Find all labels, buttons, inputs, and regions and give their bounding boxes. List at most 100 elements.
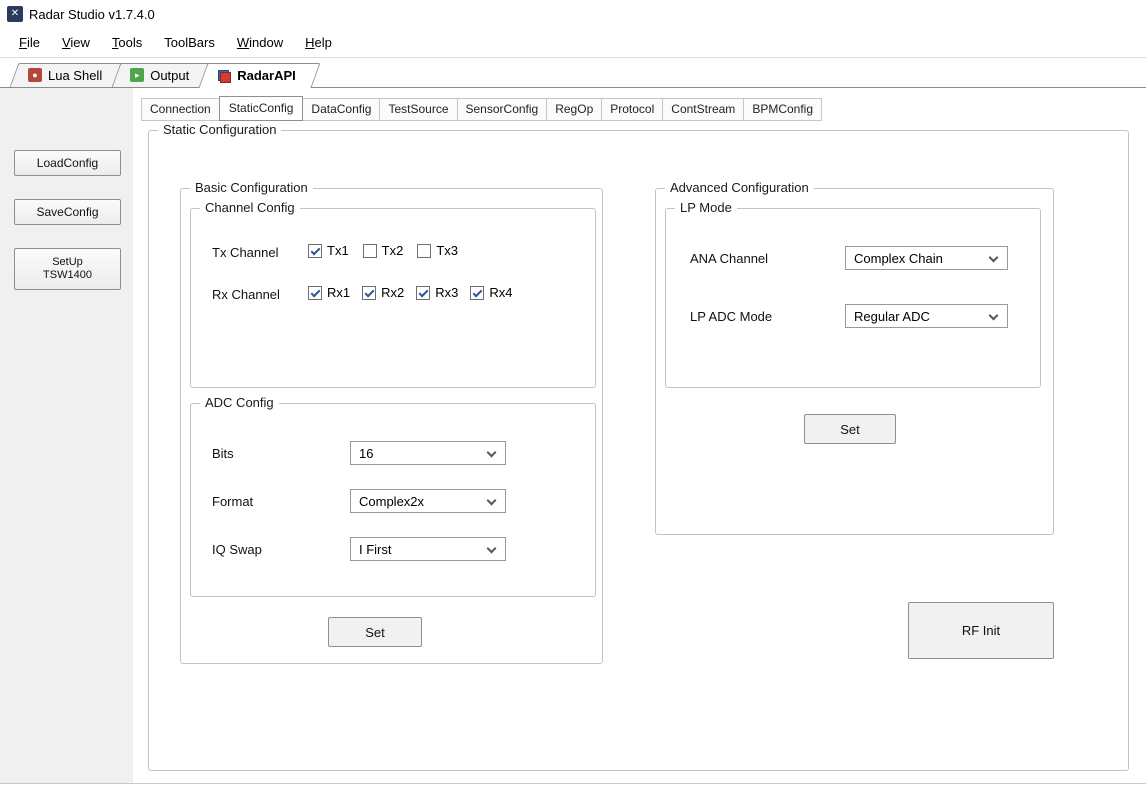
tab-output-label: Output — [150, 67, 190, 83]
tx-checkbox-row: Tx1 Tx2 Tx3 — [308, 243, 458, 258]
channel-config-title: Channel Config — [200, 200, 300, 215]
basic-set-button[interactable]: Set — [328, 617, 422, 647]
checkbox-tx2-box — [362, 243, 377, 258]
titlebar: ✕ Radar Studio v1.7.4.0 — [0, 0, 1146, 28]
shell-tab-bar: ● Lua Shell ▸ Output RadarAPI — [0, 58, 1146, 88]
menu-file[interactable]: File — [8, 30, 51, 55]
checkbox-tx3-box — [417, 243, 432, 258]
rf-init-button[interactable]: RF Init — [908, 602, 1054, 659]
checkbox-rx1-box — [308, 285, 322, 300]
lua-shell-icon: ● — [28, 68, 42, 82]
checkbox-rx3[interactable]: Rx3 — [416, 285, 458, 300]
chevron-down-icon — [988, 252, 999, 263]
tab-cont-stream[interactable]: ContStream — [662, 98, 745, 121]
chevron-down-icon — [486, 543, 497, 554]
lp-adc-mode-label: LP ADC Mode — [690, 309, 773, 324]
checkbox-tx1-label: Tx1 — [327, 243, 349, 258]
save-config-button[interactable]: SaveConfig — [14, 199, 121, 225]
setup-tsw1400-line2: TSW1400 — [43, 269, 92, 281]
tab-bpm-config[interactable]: BPMConfig — [743, 98, 823, 121]
ana-channel-label: ANA Channel — [690, 251, 769, 266]
lp-adc-mode-dropdown-value: Regular ADC — [854, 308, 930, 324]
checkbox-rx3-label: Rx3 — [435, 285, 459, 300]
format-label: Format — [212, 494, 254, 509]
app-icon: ✕ — [7, 6, 23, 22]
tab-reg-op[interactable]: RegOp — [546, 98, 603, 121]
menu-help[interactable]: Help — [294, 30, 343, 55]
checkbox-rx4-box — [470, 285, 485, 300]
chevron-down-icon — [988, 310, 999, 321]
static-configuration-title: Static Configuration — [158, 122, 282, 137]
tx-channel-label: Tx Channel — [212, 245, 279, 260]
tab-connection[interactable]: Connection — [141, 98, 220, 121]
setup-tsw1400-button[interactable]: SetUp TSW1400 — [14, 248, 121, 290]
radar-api-icon — [217, 69, 232, 83]
checkbox-rx1-label: Rx1 — [327, 285, 351, 300]
menu-help-accel: H — [305, 35, 315, 50]
iq-swap-label: IQ Swap — [212, 542, 262, 557]
load-config-button[interactable]: LoadConfig — [14, 150, 121, 176]
format-dropdown-value: Complex2x — [359, 493, 425, 509]
tab-radar-api-label: RadarAPI — [237, 68, 296, 83]
tab-sensor-config[interactable]: SensorConfig — [456, 98, 548, 121]
checkbox-rx2[interactable]: Rx2 — [362, 285, 404, 300]
checkbox-rx3-box — [416, 285, 431, 300]
menu-file-accel: F — [19, 35, 27, 50]
tab-lua-shell[interactable]: ● Lua Shell — [14, 63, 122, 87]
menu-toolbars-rest: ToolBars — [164, 35, 215, 50]
tab-static-config[interactable]: StaticConfig — [218, 96, 304, 121]
menu-tools[interactable]: Tools — [101, 30, 153, 55]
format-dropdown[interactable]: Complex2x — [350, 489, 506, 513]
menu-tools-rest: ools — [118, 35, 143, 50]
bits-label: Bits — [212, 446, 234, 461]
menu-window-rest: indow — [249, 35, 284, 50]
checkbox-tx2-label: Tx2 — [381, 243, 404, 258]
checkbox-tx2[interactable]: Tx2 — [362, 243, 404, 258]
iq-swap-dropdown[interactable]: I First — [350, 537, 506, 561]
adc-config-title: ADC Config — [200, 395, 279, 410]
checkbox-rx4[interactable]: Rx4 — [470, 285, 513, 300]
lp-mode-title: LP Mode — [675, 200, 737, 215]
checkbox-tx3-label: Tx3 — [436, 243, 459, 258]
tab-test-source[interactable]: TestSource — [379, 98, 458, 121]
checkbox-tx1[interactable]: Tx1 — [308, 243, 349, 258]
tab-lua-shell-label: Lua Shell — [48, 67, 103, 83]
chevron-down-icon — [486, 495, 497, 506]
menu-window-accel: W — [236, 35, 250, 50]
menu-bar: File View Tools ToolBars Window Help — [0, 28, 1146, 58]
setup-tsw1400-line1: SetUp — [52, 256, 83, 268]
tab-data-config[interactable]: DataConfig — [302, 98, 381, 121]
app-window: ✕ Radar Studio v1.7.4.0 File View Tools … — [0, 0, 1146, 786]
advanced-set-button[interactable]: Set — [804, 414, 896, 444]
checkbox-rx1[interactable]: Rx1 — [308, 285, 350, 300]
rx-channel-label: Rx Channel — [212, 287, 280, 302]
checkbox-tx1-box — [308, 243, 322, 258]
tab-output[interactable]: ▸ Output — [116, 63, 209, 87]
menu-window[interactable]: Window — [226, 30, 294, 55]
ana-channel-dropdown[interactable]: Complex Chain — [845, 246, 1008, 270]
tab-protocol[interactable]: Protocol — [601, 98, 664, 121]
bits-dropdown-value: 16 — [359, 445, 374, 461]
checkbox-rx2-label: Rx2 — [381, 285, 405, 300]
ana-channel-dropdown-value: Complex Chain — [854, 250, 943, 266]
menu-help-rest: elp — [314, 35, 332, 50]
lp-adc-mode-dropdown[interactable]: Regular ADC — [845, 304, 1008, 328]
basic-configuration-title: Basic Configuration — [190, 180, 313, 195]
checkbox-rx4-label: Rx4 — [489, 285, 513, 300]
bits-dropdown[interactable]: 16 — [350, 441, 506, 465]
menu-file-rest: ile — [26, 35, 40, 50]
tab-radar-api[interactable]: RadarAPI — [203, 63, 316, 88]
rx-checkbox-row: Rx1 Rx2 Rx3 Rx4 — [308, 285, 513, 300]
window-title: Radar Studio v1.7.4.0 — [29, 6, 155, 22]
lp-mode-group: LP Mode — [665, 200, 1041, 388]
checkbox-tx3[interactable]: Tx3 — [417, 243, 458, 258]
output-icon: ▸ — [130, 68, 145, 82]
menu-view[interactable]: View — [51, 30, 101, 55]
menu-toolbars[interactable]: ToolBars — [153, 30, 226, 55]
sidebar — [0, 88, 133, 783]
advanced-configuration-title: Advanced Configuration — [665, 180, 814, 195]
iq-swap-dropdown-value: I First — [359, 541, 392, 557]
checkbox-rx2-box — [362, 285, 377, 300]
menu-view-rest: iew — [70, 35, 90, 50]
chevron-down-icon — [486, 447, 497, 458]
